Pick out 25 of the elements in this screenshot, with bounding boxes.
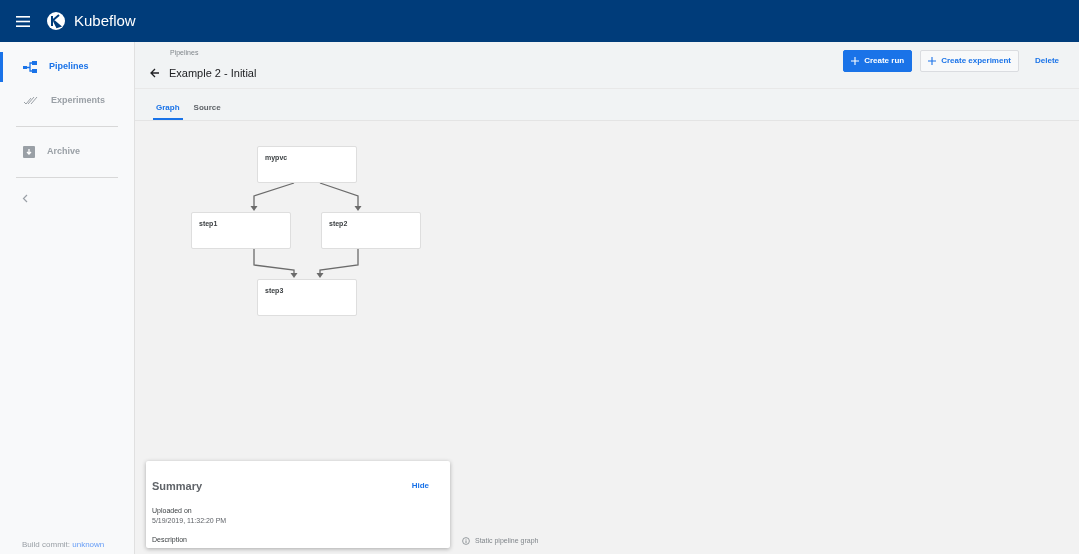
app-title: Kubeflow <box>74 10 136 31</box>
summary-title: Summary <box>152 479 203 494</box>
info-icon <box>462 537 470 546</box>
edge-arrow <box>319 182 362 211</box>
page-title: Example 2 - Initial <box>169 65 257 81</box>
action-button[interactable]: Create experiment <box>920 50 1019 72</box>
edge-arrow <box>253 248 298 278</box>
action-button[interactable]: Delete <box>1027 50 1067 72</box>
menu-icon[interactable] <box>16 15 30 27</box>
back-arrow-icon[interactable] <box>150 67 160 78</box>
sidebar-item[interactable]: Experiments <box>0 86 134 116</box>
archive-icon <box>23 146 35 158</box>
edge-arrow <box>316 248 359 278</box>
check-marks-icon <box>23 96 39 106</box>
edge-arrow <box>250 182 295 211</box>
plus-icon <box>851 57 860 65</box>
logo-icon <box>46 11 66 31</box>
build-commit-label: Build commit: <box>22 540 71 549</box>
tab[interactable]: Source <box>190 102 224 120</box>
action-button[interactable]: Create run <box>843 50 913 72</box>
build-commit-link[interactable]: unknown <box>72 540 105 549</box>
pipeline-icon <box>23 61 37 73</box>
plus-icon <box>928 57 937 65</box>
sidebar-item[interactable]: Archive <box>0 137 134 167</box>
hide-button[interactable]: Hide <box>411 480 429 493</box>
